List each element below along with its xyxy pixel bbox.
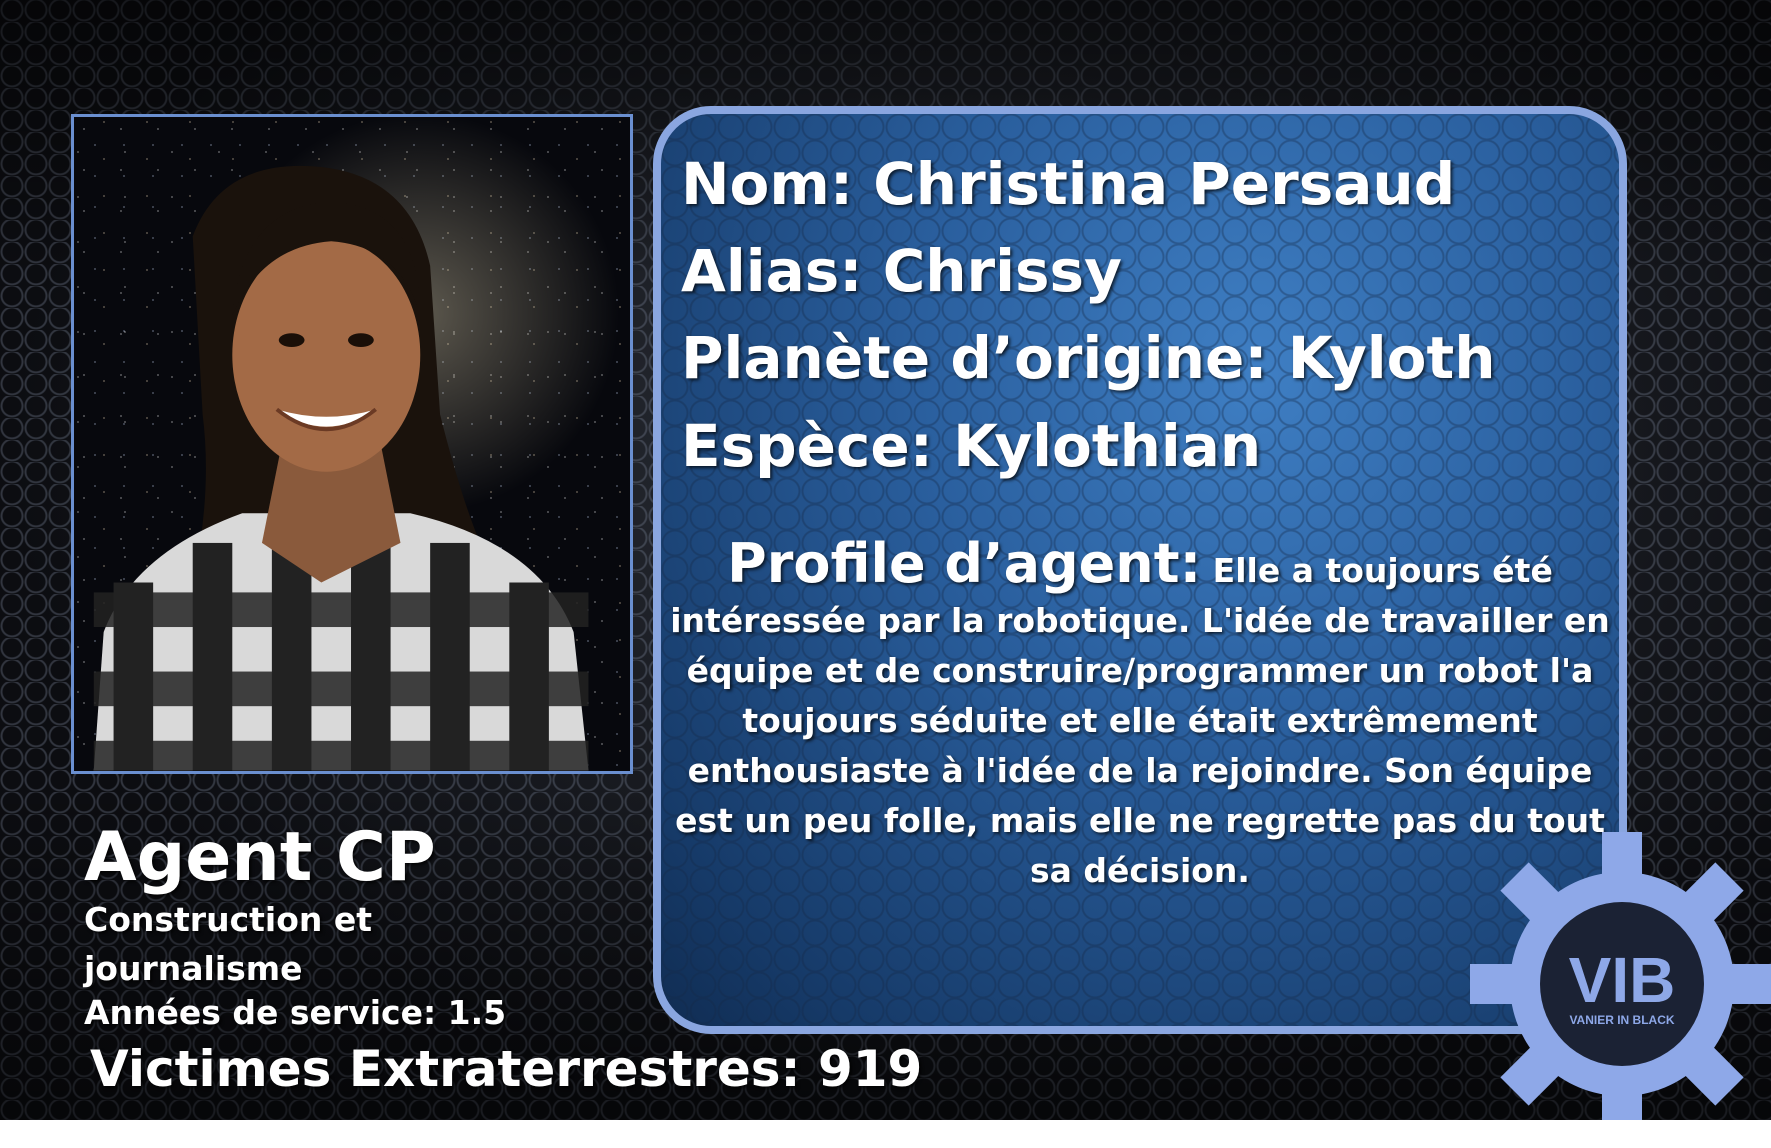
species-field: Espèce: Kylothian: [681, 412, 1262, 480]
logo-tagline: VANIER IN BLACK: [1569, 1013, 1674, 1027]
agent-photo: [71, 114, 633, 774]
department: Construction et journalisme: [84, 900, 373, 988]
vib-logo: VIB VANIER IN BLACK: [1470, 832, 1771, 1120]
years-of-service: Années de service: 1.5: [84, 993, 507, 1032]
profile-text: Elle a toujours été intéressée par la ro…: [670, 551, 1610, 890]
agent-card: Nom: Christina Persaud Alias: Chrissy Pl…: [0, 0, 1771, 1120]
profile-label: Profile d’agent:: [727, 532, 1202, 595]
alias-field: Alias: Chrissy: [681, 237, 1122, 305]
planet-field: Planète d’origine: Kyloth: [681, 324, 1496, 392]
alien-victims: Victimes Extraterrestres: 919: [90, 1040, 923, 1098]
logo-letters: VIB: [1569, 944, 1676, 1016]
agent-name: Agent CP: [84, 818, 436, 897]
portrait-image: [93, 165, 589, 771]
name-field: Nom: Christina Persaud: [681, 150, 1456, 218]
